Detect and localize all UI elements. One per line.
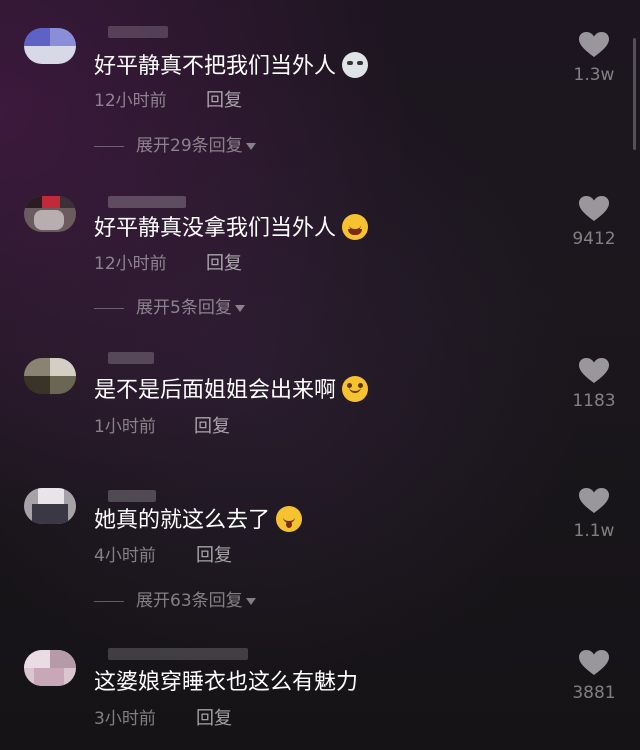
comment-time: 12小时前 [94,91,167,111]
avatar[interactable] [24,196,76,232]
heart-icon [579,32,609,57]
scrollbar[interactable] [633,38,636,150]
avatar[interactable] [24,358,76,394]
cat-emoji [342,52,369,78]
like-count: 1.1w [573,521,615,541]
comment-text: 这婆娘穿睡衣也这么有魅力 [94,670,359,695]
avatar[interactable] [24,28,76,64]
avatar[interactable] [24,488,76,524]
username-blurred[interactable] [108,196,186,208]
like-count: 1183 [572,391,616,411]
expand-replies[interactable]: 展开63条回复 [94,590,256,612]
heart-icon [579,196,609,221]
heart-icon [579,358,609,383]
like-button[interactable]: 1183 [558,358,630,412]
heart-icon [579,650,609,675]
caret-down-icon [245,142,256,150]
reply-button[interactable]: 回复 [196,545,232,567]
expand-replies-label: 展开63条回复 [136,591,243,611]
divider-dash [94,600,124,602]
like-button[interactable]: 3881 [558,650,630,704]
like-button[interactable]: 9412 [558,196,630,250]
expand-replies-label: 展开29条回复 [136,136,243,156]
caret-down-icon [234,304,245,312]
rolling-laugh-emoji [342,214,369,240]
comment-time: 3小时前 [94,709,156,729]
divider-dash [94,145,124,147]
comment-text: 好平静真不把我们当外人 [94,52,369,82]
username-blurred[interactable] [108,490,156,502]
comment-text: 好平静真没拿我们当外人 [94,214,369,244]
comment-text: 她真的就这么去了 [94,506,303,536]
comment-time: 4小时前 [94,546,156,566]
reply-button[interactable]: 回复 [206,90,242,112]
expand-replies[interactable]: 展开29条回复 [94,135,256,157]
surprised-face-emoji [276,506,303,532]
comment-time: 1小时前 [94,417,156,437]
username-blurred[interactable] [108,648,248,660]
expand-replies-label: 展开5条回复 [136,298,232,318]
username-blurred[interactable] [108,352,154,364]
reply-button[interactable]: 回复 [196,708,232,730]
comment-text: 是不是后面姐姐会出来啊 [94,376,369,406]
caret-down-icon [245,597,256,605]
comment-time: 12小时前 [94,254,167,274]
like-count: 3881 [572,683,616,703]
reply-button[interactable]: 回复 [206,253,242,275]
divider-dash [94,307,124,309]
heart-icon [579,488,609,513]
pleading-face-emoji [342,376,369,402]
expand-replies[interactable]: 展开5条回复 [94,297,245,319]
like-button[interactable]: 1.3w [558,32,630,86]
username-blurred[interactable] [108,26,168,38]
like-count: 9412 [572,229,616,249]
like-count: 1.3w [573,65,615,85]
like-button[interactable]: 1.1w [558,488,630,542]
avatar[interactable] [24,650,76,686]
reply-button[interactable]: 回复 [194,416,230,438]
